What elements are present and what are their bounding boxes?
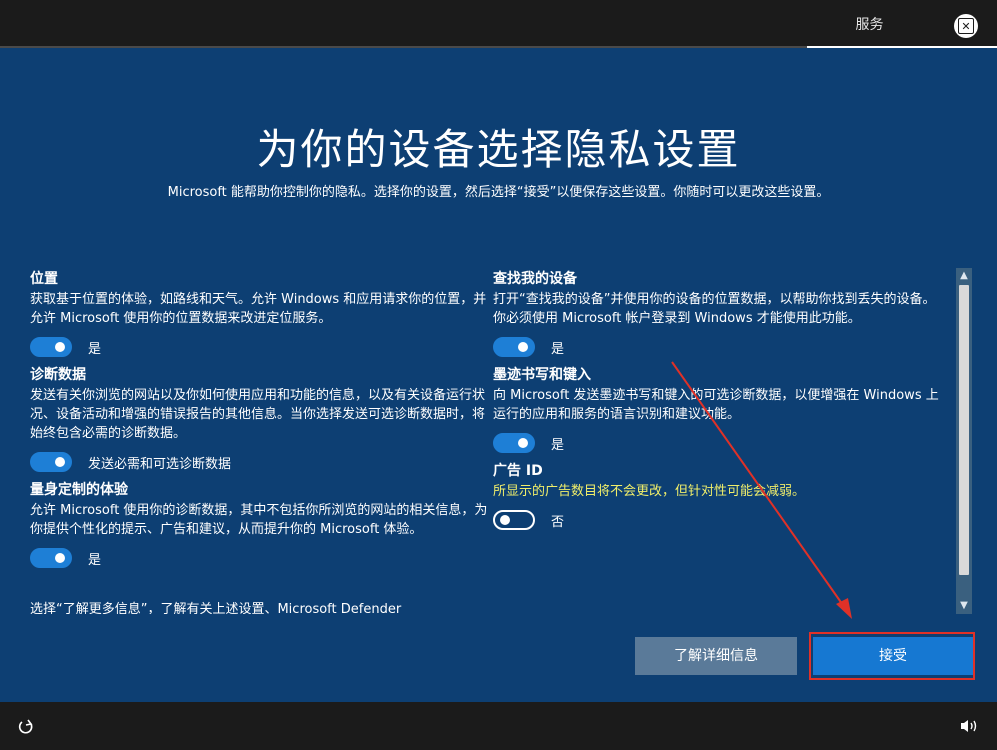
bottom-bar [0, 702, 997, 750]
arrow-head [836, 598, 852, 619]
arrow-line [671, 361, 846, 609]
annotation-arrow [671, 361, 852, 619]
ease-of-access-icon[interactable] [16, 716, 36, 736]
volume-icon[interactable] [958, 716, 980, 736]
